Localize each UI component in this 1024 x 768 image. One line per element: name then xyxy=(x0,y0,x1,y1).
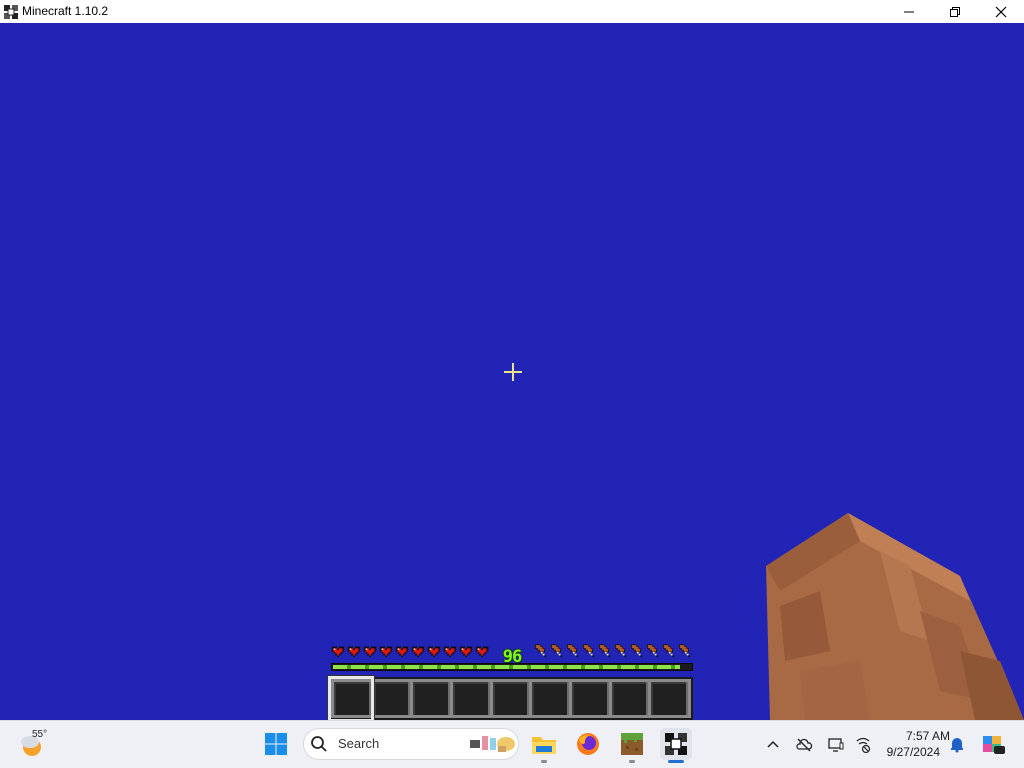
notification-bell-icon[interactable] xyxy=(948,735,966,753)
experience-bar xyxy=(331,663,693,671)
hunger-icon xyxy=(535,644,547,658)
start-button[interactable] xyxy=(260,728,292,760)
hotbar-slot[interactable] xyxy=(532,682,570,715)
windows-start-icon xyxy=(265,733,287,755)
launcher-running-indicator xyxy=(629,760,635,763)
heart-icon xyxy=(443,646,457,658)
heart-icon xyxy=(363,646,377,658)
health-bar xyxy=(330,643,490,661)
file-explorer-icon xyxy=(532,737,556,754)
clock-time[interactable]: 7:57 AM xyxy=(880,729,950,743)
hotbar-slot[interactable] xyxy=(413,682,451,715)
display-icon[interactable] xyxy=(827,736,845,754)
search-placeholder: Search xyxy=(338,736,380,751)
selected-slot-highlight xyxy=(328,676,374,720)
window-titlebar: Minecraft 1.10.2 xyxy=(0,0,1024,23)
experience-fill xyxy=(333,665,681,669)
hotbar-slot[interactable] xyxy=(572,682,609,715)
game-viewport[interactable]: 96 xyxy=(0,23,1024,720)
minimize-icon xyxy=(904,11,914,12)
firefox-icon xyxy=(577,733,599,755)
hotbar-slot[interactable] xyxy=(492,682,530,715)
hunger-icon xyxy=(583,644,595,658)
hunger-icon xyxy=(663,644,675,658)
heart-icon xyxy=(475,646,489,658)
hunger-icon xyxy=(551,644,563,658)
hunger-icon xyxy=(647,644,659,658)
minecraft-launcher-icon xyxy=(621,733,643,755)
hotbar-slot[interactable] xyxy=(373,682,411,715)
copilot-icon[interactable] xyxy=(980,732,1006,756)
heart-icon xyxy=(427,646,441,658)
close-icon xyxy=(995,6,1007,17)
minimize-button[interactable] xyxy=(886,0,932,23)
hotbar-slot[interactable] xyxy=(453,682,490,715)
heart-icon xyxy=(411,646,425,658)
hunger-icon xyxy=(631,644,643,658)
hotbar-slot[interactable] xyxy=(651,682,689,715)
hunger-icon xyxy=(599,644,611,658)
heart-icon xyxy=(331,646,345,658)
search-icon xyxy=(311,736,327,752)
weather-temperature: 55° xyxy=(32,729,48,740)
heart-icon xyxy=(395,646,409,658)
restore-button[interactable] xyxy=(932,0,978,23)
hunger-icon xyxy=(567,644,579,658)
heart-icon xyxy=(379,646,393,658)
minecraft-app-icon xyxy=(4,5,18,19)
taskbar-file-explorer[interactable] xyxy=(528,728,560,760)
heart-icon xyxy=(347,646,361,658)
heart-icon xyxy=(459,646,473,658)
close-button[interactable] xyxy=(978,0,1024,23)
taskbar-minecraft[interactable] xyxy=(660,728,692,760)
show-hidden-icons-icon[interactable] xyxy=(764,736,782,754)
minecraft-icon xyxy=(665,733,687,755)
player-hand xyxy=(766,513,1024,720)
crosshair-icon xyxy=(504,363,522,381)
file-explorer-running-indicator xyxy=(541,760,547,763)
onedrive-icon[interactable] xyxy=(795,736,813,754)
minecraft-active-indicator xyxy=(668,760,684,763)
taskbar-minecraft-launcher[interactable] xyxy=(616,728,648,760)
hunger-bar xyxy=(532,643,692,661)
hunger-icon xyxy=(615,644,627,658)
window-title: Minecraft 1.10.2 xyxy=(22,4,109,18)
taskbar-firefox[interactable] xyxy=(572,728,604,760)
hunger-icon xyxy=(679,644,691,658)
clock-date[interactable]: 9/27/2024 xyxy=(870,745,940,759)
hotbar-slot[interactable] xyxy=(611,682,649,715)
search-highlight-illustration xyxy=(470,736,515,752)
restore-icon xyxy=(950,6,960,17)
hotbar xyxy=(329,677,693,720)
